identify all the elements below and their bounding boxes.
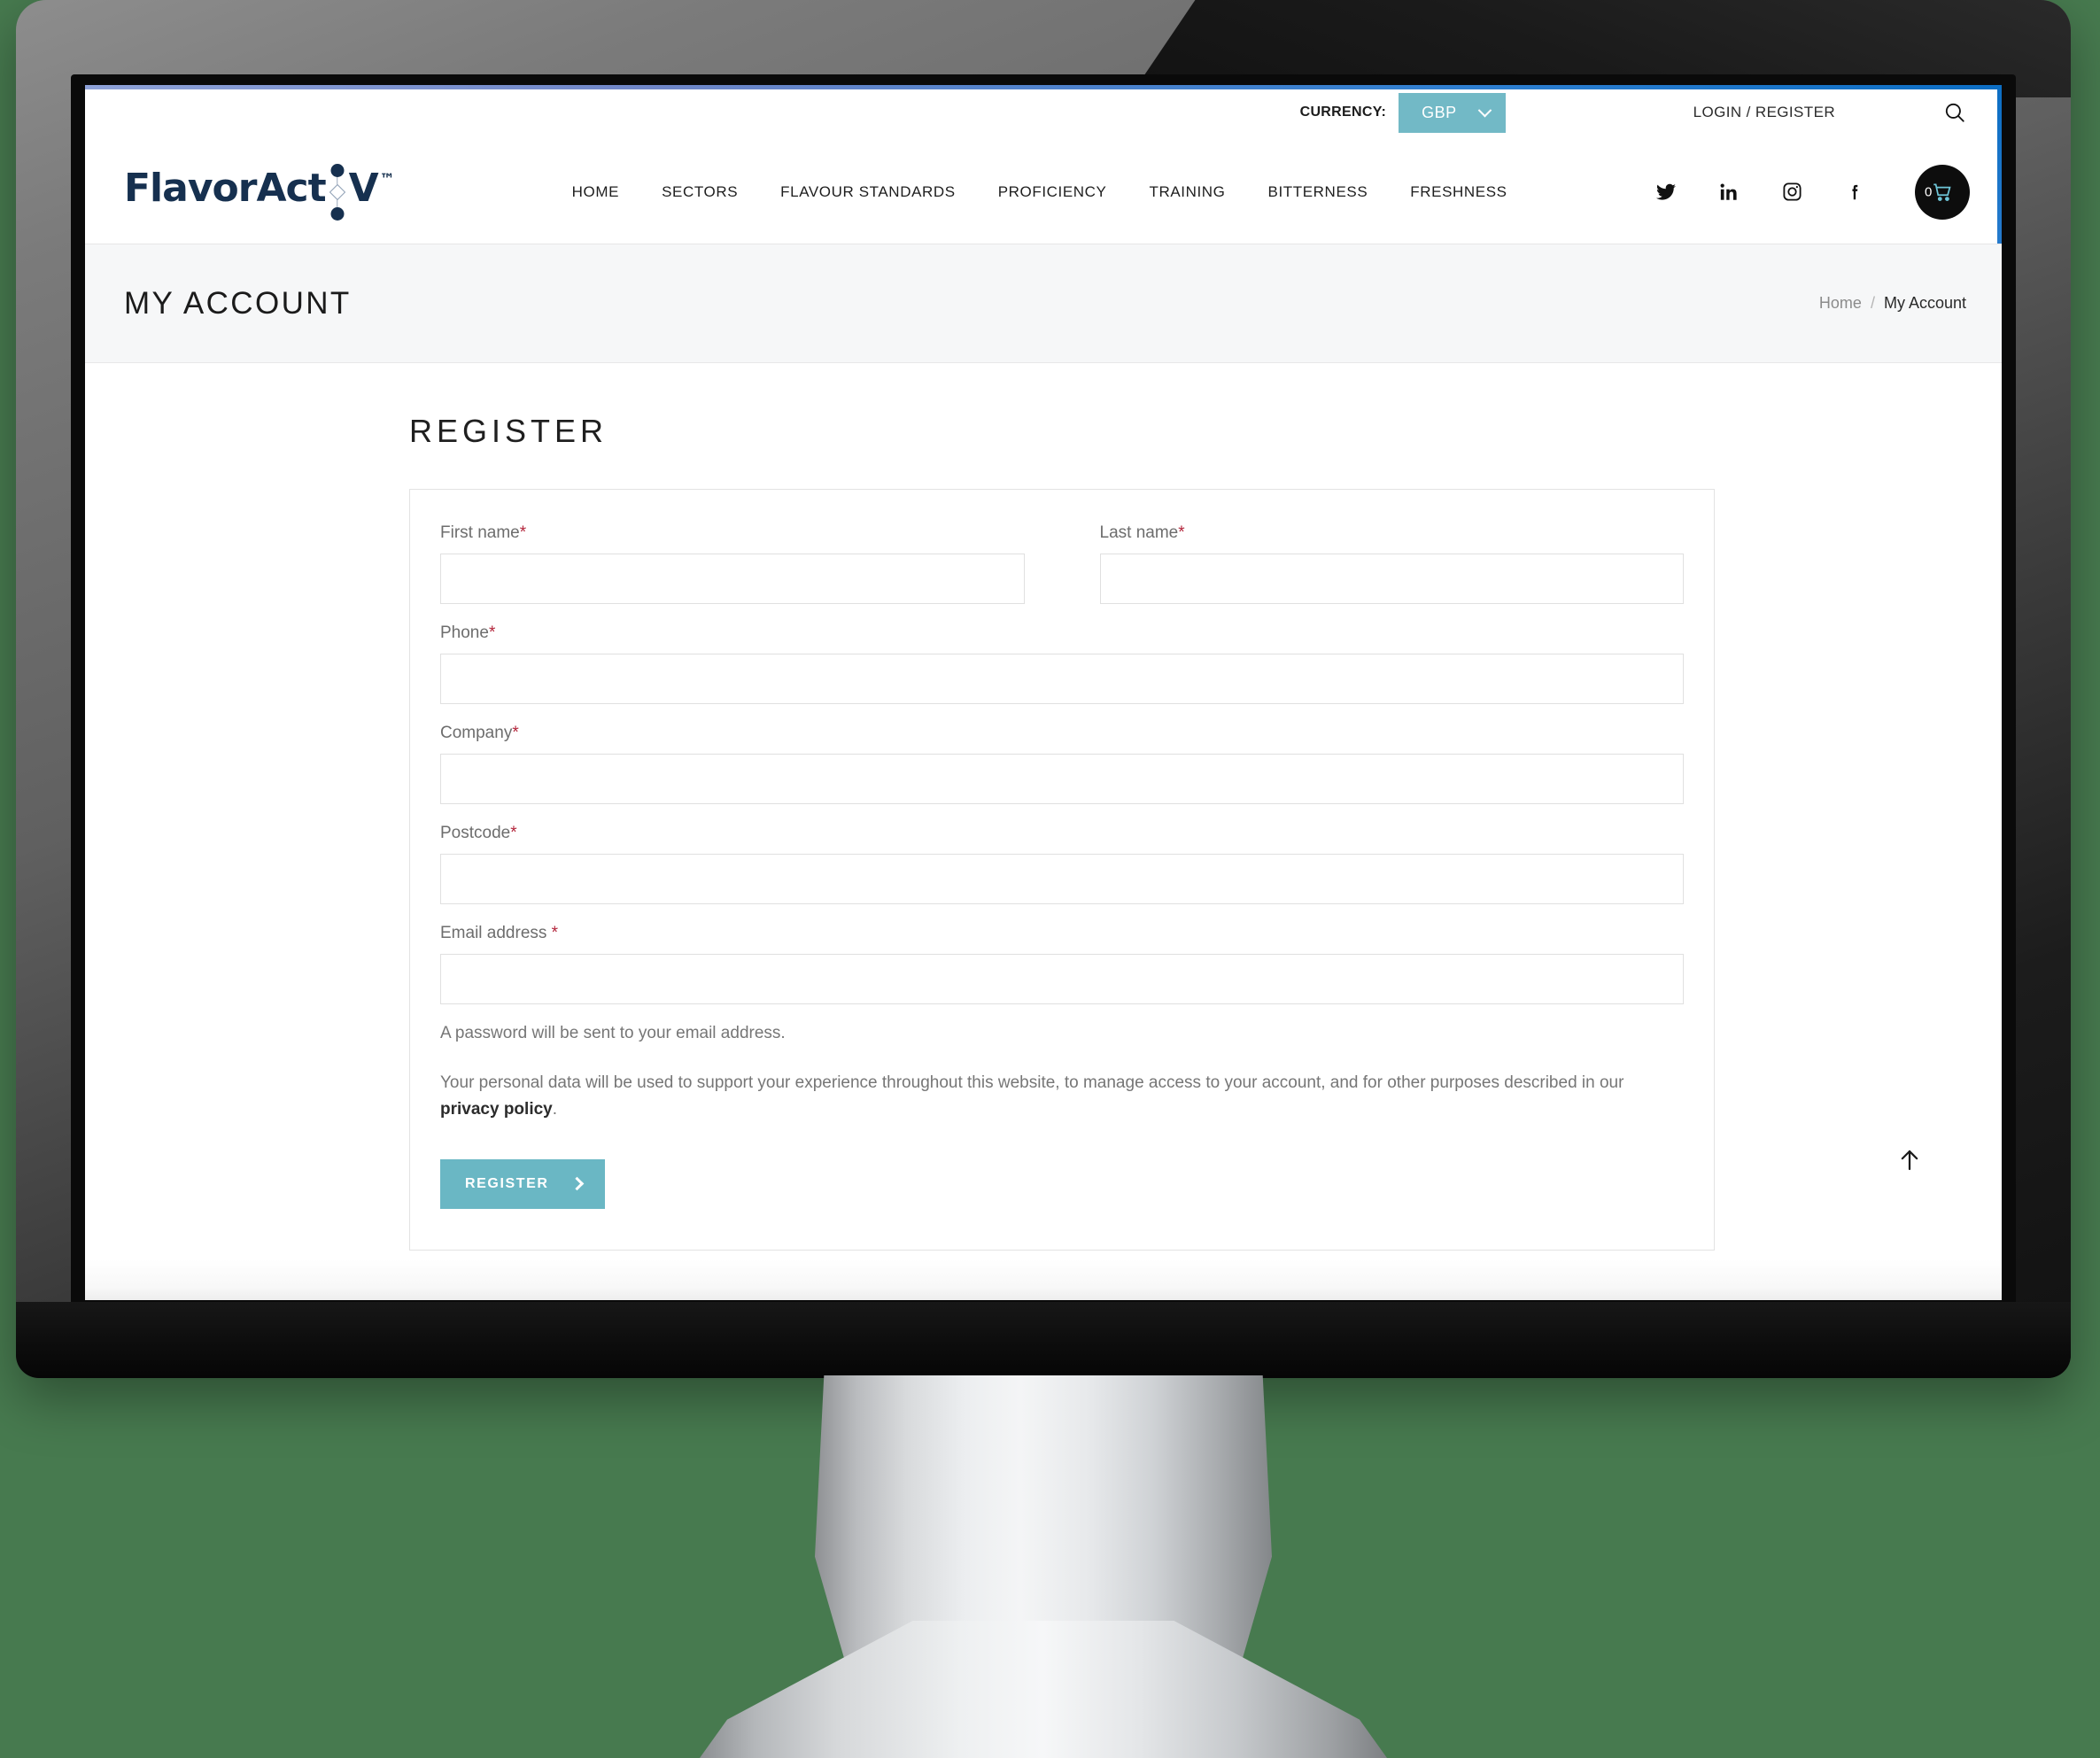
last-name-field-group: Last name* bbox=[1099, 523, 1684, 604]
breadcrumb: Home / My Account bbox=[1819, 294, 1966, 313]
company-input[interactable] bbox=[440, 754, 1684, 804]
phone-label: Phone* bbox=[440, 623, 496, 642]
page-title: MY ACCOUNT bbox=[124, 285, 352, 321]
site-header: FlavorAct V ™ HOME SECTORS FLAVOUR STAND… bbox=[85, 140, 2002, 244]
currency-selector-group: CURRENCY: GBP bbox=[1299, 92, 1506, 133]
breadcrumb-current: My Account bbox=[1883, 294, 1966, 312]
arrow-up-icon bbox=[1901, 1150, 1918, 1171]
facebook-icon[interactable] bbox=[1843, 181, 1866, 204]
nav-item-training[interactable]: TRAINING bbox=[1149, 183, 1225, 201]
company-label: Company* bbox=[440, 724, 519, 742]
twitter-icon[interactable] bbox=[1654, 181, 1678, 204]
privacy-text-after: . bbox=[552, 1100, 558, 1119]
monitor-chin bbox=[16, 1302, 2071, 1378]
page-content: REGISTER First name* Last name* Phone* C… bbox=[85, 363, 2002, 1300]
privacy-text-before: Your personal data will be used to suppo… bbox=[440, 1073, 1624, 1092]
register-submit-label: REGISTER bbox=[465, 1175, 549, 1191]
nav-item-flavour-standards[interactable]: FLAVOUR STANDARDS bbox=[780, 183, 956, 201]
last-name-label: Last name* bbox=[1099, 523, 1185, 542]
utility-bar: CURRENCY: GBP LOGIN / REGISTER bbox=[85, 85, 2002, 140]
first-name-field-group: First name* bbox=[440, 523, 1025, 604]
first-name-label: First name* bbox=[440, 523, 527, 542]
required-asterisk: * bbox=[1178, 523, 1185, 542]
phone-input[interactable] bbox=[440, 654, 1684, 704]
breadcrumb-separator: / bbox=[1870, 294, 1875, 312]
required-asterisk: * bbox=[510, 824, 517, 842]
register-form: First name* Last name* Phone* Company* P… bbox=[409, 489, 1715, 1251]
logo-trademark: ™ bbox=[379, 170, 395, 189]
header-right-group: 0 bbox=[1654, 164, 1970, 220]
postcode-field-group: Postcode* bbox=[440, 824, 1684, 904]
login-register-link[interactable]: LOGIN / REGISTER bbox=[1693, 104, 1835, 121]
linkedin-icon[interactable] bbox=[1717, 181, 1740, 204]
search-button[interactable] bbox=[1940, 97, 1970, 128]
logo-stylized-i-icon bbox=[326, 163, 349, 221]
utility-bar-right: CURRENCY: GBP LOGIN / REGISTER bbox=[1299, 92, 1970, 133]
postcode-label: Postcode* bbox=[440, 824, 517, 842]
required-asterisk: * bbox=[488, 623, 496, 642]
required-asterisk: * bbox=[512, 724, 519, 742]
register-section-title: REGISTER bbox=[409, 413, 608, 449]
monitor-stand-base bbox=[700, 1621, 1387, 1758]
email-label: Email address * bbox=[440, 924, 559, 942]
page-title-band: MY ACCOUNT Home / My Account bbox=[85, 244, 2002, 363]
search-icon bbox=[1945, 103, 1964, 122]
nav-item-proficiency[interactable]: PROFICIENCY bbox=[998, 183, 1107, 201]
register-submit-button[interactable]: REGISTER bbox=[440, 1158, 605, 1209]
required-asterisk: * bbox=[519, 523, 527, 542]
nav-item-bitterness[interactable]: BITTERNESS bbox=[1268, 183, 1368, 201]
cart-icon bbox=[1933, 182, 1951, 201]
cart-count-badge: 0 bbox=[1925, 184, 1933, 199]
cart-button[interactable]: 0 bbox=[1915, 164, 1970, 220]
password-note: A password will be sent to your email ad… bbox=[440, 1024, 786, 1042]
scroll-to-top-button[interactable] bbox=[1892, 1142, 1927, 1178]
logo-text-primary: FlavorAct bbox=[124, 165, 327, 211]
last-name-input[interactable] bbox=[1099, 554, 1684, 604]
nav-item-home[interactable]: HOME bbox=[572, 183, 619, 201]
nav-item-freshness[interactable]: FRESHNESS bbox=[1410, 183, 1507, 201]
required-asterisk: * bbox=[551, 924, 559, 942]
currency-dropdown[interactable]: GBP bbox=[1399, 92, 1506, 133]
privacy-notice: Your personal data will be used to suppo… bbox=[440, 1070, 1684, 1124]
first-name-input[interactable] bbox=[440, 554, 1025, 604]
breadcrumb-home-link[interactable]: Home bbox=[1819, 294, 1862, 313]
chevron-right-icon bbox=[570, 1177, 584, 1191]
email-field-group: Email address * bbox=[440, 924, 1684, 1004]
logo-text-secondary: V bbox=[348, 165, 379, 211]
name-row: First name* Last name* bbox=[440, 523, 1684, 623]
screenshot-stage: CURRENCY: GBP LOGIN / REGISTER FlavorAct… bbox=[0, 0, 2100, 1758]
site-logo[interactable]: FlavorAct V ™ bbox=[124, 163, 395, 221]
email-input[interactable] bbox=[440, 954, 1684, 1004]
privacy-policy-link[interactable]: privacy policy bbox=[440, 1100, 553, 1119]
main-navigation: HOME SECTORS FLAVOUR STANDARDS PROFICIEN… bbox=[572, 183, 1507, 201]
nav-item-sectors[interactable]: SECTORS bbox=[662, 183, 738, 201]
phone-field-group: Phone* bbox=[440, 623, 1684, 704]
instagram-icon[interactable] bbox=[1780, 181, 1803, 204]
postcode-input[interactable] bbox=[440, 854, 1684, 904]
chevron-down-icon bbox=[1477, 103, 1492, 117]
currency-label: CURRENCY: bbox=[1299, 105, 1387, 120]
currency-value: GBP bbox=[1422, 103, 1457, 121]
company-field-group: Company* bbox=[440, 724, 1684, 804]
browser-screen: CURRENCY: GBP LOGIN / REGISTER FlavorAct… bbox=[85, 85, 2002, 1300]
